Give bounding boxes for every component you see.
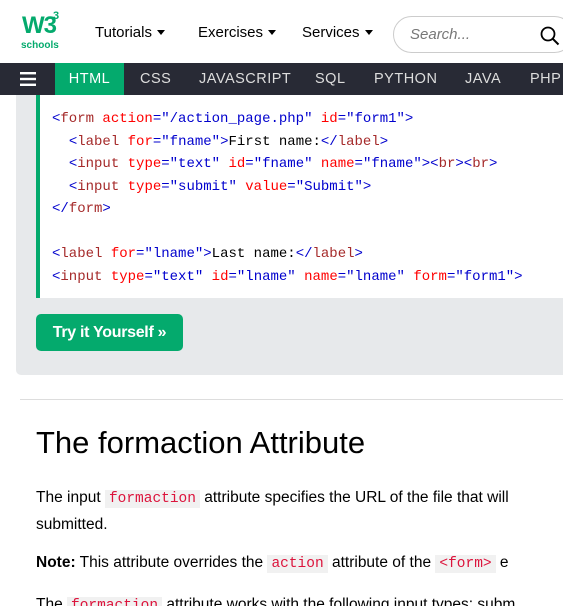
lang-tab-sql[interactable]: SQL	[315, 63, 346, 95]
lang-tab-javascript[interactable]: JAVASCRIPT	[199, 63, 291, 95]
text: submitted.	[36, 516, 108, 533]
section-title: The formaction Attribute	[36, 425, 366, 460]
section-divider	[20, 399, 563, 400]
text: attribute specifies the URL of the file …	[199, 489, 509, 506]
paragraph-note: Note: This attribute overrides the actio…	[36, 550, 509, 577]
menu-services[interactable]: Services	[302, 24, 373, 41]
menu-exercises[interactable]: Exercises	[198, 24, 277, 41]
language-nav: HTML CSS JAVASCRIPT SQL PYTHON JAVA PHP	[0, 63, 563, 95]
lang-tab-css[interactable]: CSS	[140, 63, 171, 95]
lang-tab-php[interactable]: PHP	[530, 63, 561, 95]
w3schools-logo[interactable]: W3 3 schools	[20, 10, 64, 54]
text: attribute works with the following input…	[162, 596, 516, 606]
inline-code: formaction	[67, 597, 163, 606]
paragraph-formaction-desc: The input formaction attribute specifies…	[36, 485, 509, 538]
text: The input	[36, 489, 105, 506]
menu-tutorials[interactable]: Tutorials	[95, 24, 165, 41]
hamburger-menu-icon[interactable]	[0, 63, 55, 95]
search-input[interactable]	[410, 26, 530, 43]
lang-tab-html[interactable]: HTML	[55, 63, 124, 95]
text: This attribute overrides the	[75, 554, 268, 571]
caret-down-icon	[156, 30, 165, 35]
inline-code: formaction	[104, 490, 200, 508]
caret-down-icon	[268, 30, 277, 35]
text: e	[495, 554, 509, 571]
paragraph-input-types: The formaction attribute works with the …	[36, 592, 515, 606]
logo-schools: schools	[21, 40, 59, 51]
menu-exercises-label: Exercises	[198, 24, 264, 41]
menu-services-label: Services	[302, 24, 360, 41]
text: The	[36, 596, 68, 606]
search-icon[interactable]	[540, 26, 560, 46]
note-label: Note:	[36, 554, 76, 571]
lang-tab-java[interactable]: JAVA	[465, 63, 501, 95]
logo-w3: W3	[22, 12, 57, 39]
inline-code: action	[267, 555, 328, 573]
text: attribute of the	[327, 554, 436, 571]
code-example: <form action="/action_page.php" id="form…	[36, 95, 563, 298]
top-header: W3 3 schools Tutorials Exercises Service…	[0, 0, 563, 63]
example-box: <form action="/action_page.php" id="form…	[16, 95, 563, 375]
inline-code: <form>	[435, 555, 496, 573]
logo-sup: 3	[53, 10, 60, 22]
search-box[interactable]	[393, 16, 563, 53]
menu-tutorials-label: Tutorials	[95, 24, 152, 41]
try-it-yourself-button[interactable]: Try it Yourself »	[36, 314, 183, 351]
lang-tab-python[interactable]: PYTHON	[374, 63, 437, 95]
caret-down-icon	[364, 30, 373, 35]
